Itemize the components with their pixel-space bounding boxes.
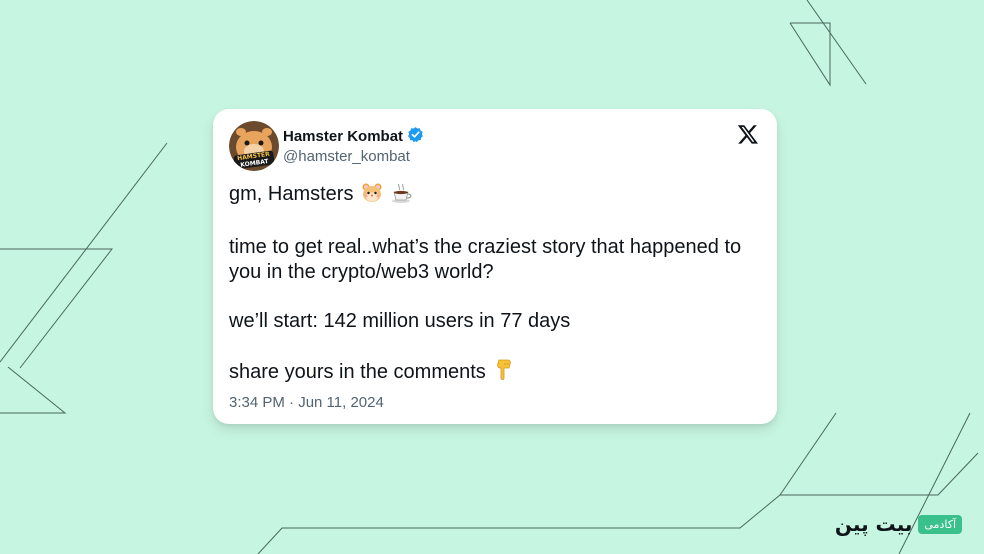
timestamp[interactable]: 3:34 PM · Jun 11, 2024 bbox=[229, 394, 384, 411]
brand-name: بیت پین bbox=[834, 512, 913, 536]
tweet-line: share yours in the comments bbox=[229, 358, 769, 389]
tweet-line: time to get real..what’s the craziest st… bbox=[229, 236, 742, 283]
tweet-line: gm, Hamsters bbox=[229, 182, 769, 211]
handle[interactable]: @hamster_kombat bbox=[283, 148, 410, 165]
tweet-text: gm, Hamsters time to get real..what’s th… bbox=[229, 182, 769, 389]
tweet-line: we’ll start: 142 million users in 77 day… bbox=[229, 310, 571, 332]
display-name[interactable]: Hamster Kombat bbox=[283, 128, 403, 145]
brand-watermark: بیت پین آکادمی bbox=[835, 512, 962, 536]
hamster-face-icon bbox=[361, 182, 383, 211]
pointing-down-icon bbox=[493, 358, 515, 389]
x-logo-icon[interactable] bbox=[737, 123, 759, 145]
hot-beverage-icon bbox=[391, 182, 413, 211]
brand-badge: آکادمی bbox=[918, 514, 962, 534]
verified-badge-icon bbox=[407, 126, 424, 147]
display-name-row: Hamster Kombat bbox=[283, 126, 424, 147]
tweet-card: HAMSTER KOMBAT Hamster Kombat @hamster_k… bbox=[213, 109, 777, 424]
avatar[interactable]: HAMSTER KOMBAT bbox=[229, 121, 279, 171]
